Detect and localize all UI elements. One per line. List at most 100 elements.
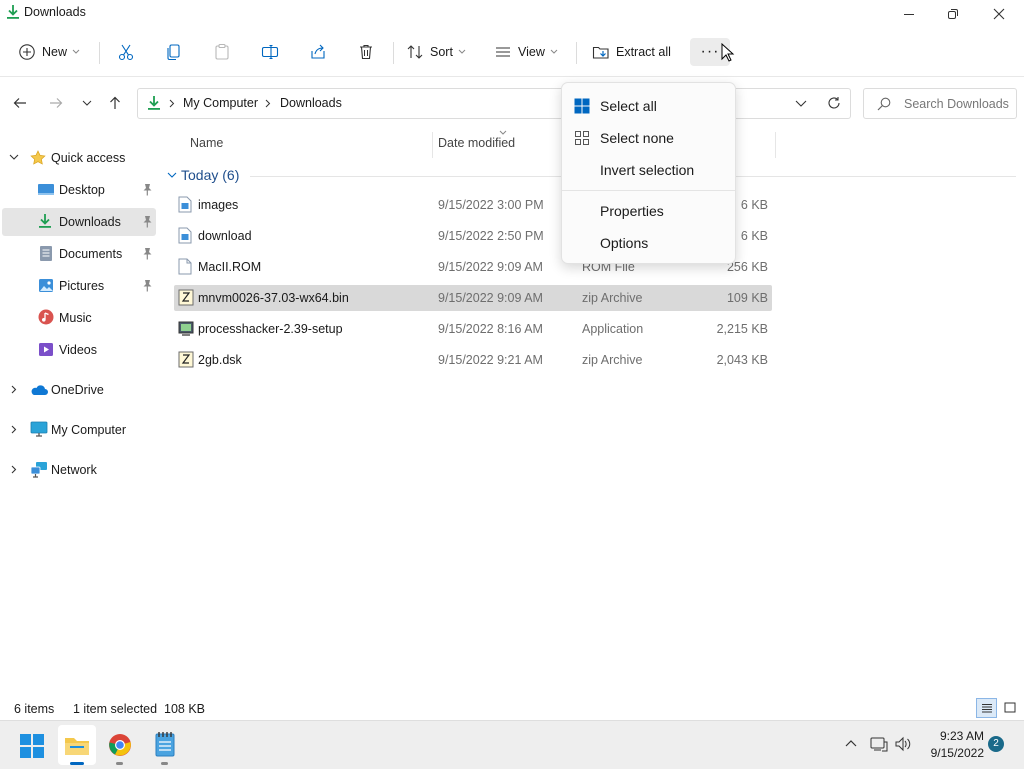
notification-badge[interactable]: 2	[988, 736, 1004, 752]
large-icons-view-button[interactable]	[1000, 698, 1020, 718]
separator	[99, 42, 100, 64]
details-view-icon	[981, 703, 993, 714]
menu-label: Invert selection	[600, 162, 695, 178]
nav-my-computer[interactable]: My Computer	[2, 416, 156, 444]
copy-button[interactable]	[162, 38, 186, 66]
separator	[576, 42, 577, 64]
delete-button[interactable]	[354, 38, 378, 66]
minimize-button[interactable]	[886, 0, 932, 28]
rename-button[interactable]	[258, 38, 282, 66]
menu-item-select-all[interactable]: Select all	[566, 92, 731, 120]
zip-file-icon	[178, 289, 194, 306]
nav-desktop[interactable]: Desktop	[2, 176, 156, 204]
nav-documents[interactable]: Documents	[2, 240, 156, 268]
clock-time[interactable]: 9:23 AM	[926, 729, 984, 743]
nav-onedrive[interactable]: OneDrive	[2, 376, 156, 404]
up-button[interactable]	[104, 92, 126, 114]
clock-date[interactable]: 9/15/2022	[926, 746, 984, 760]
view-list-icon	[494, 43, 512, 61]
address-history-button[interactable]	[795, 99, 807, 109]
volume-icon[interactable]	[894, 736, 912, 752]
tiles-view-icon	[1004, 702, 1016, 714]
pin-icon[interactable]	[141, 183, 153, 197]
nav-label: Quick access	[51, 151, 126, 165]
new-button[interactable]: New	[18, 38, 88, 66]
taskbar-chrome[interactable]	[108, 733, 132, 765]
file-row-selected[interactable]: mnvm0026-37.03-wx64.bin 9/15/2022 9:09 A…	[174, 285, 772, 311]
nav-videos[interactable]: Videos	[2, 336, 156, 364]
breadcrumb-my-computer[interactable]: My Computer	[183, 96, 258, 110]
arrow-up-icon	[108, 96, 122, 110]
menu-item-invert-selection[interactable]: Invert selection	[566, 156, 731, 184]
pin-icon[interactable]	[141, 247, 153, 261]
file-row[interactable]: processhacker-2.39-setup 9/15/2022 8:16 …	[174, 316, 772, 342]
extract-all-button[interactable]: Extract all	[592, 38, 676, 66]
download-icon	[6, 4, 20, 20]
arrow-left-icon	[13, 96, 27, 110]
search-box[interactable]: Search Downloads	[863, 88, 1017, 119]
taskbar-notepad[interactable]	[154, 731, 176, 765]
sort-indicator-icon	[499, 130, 507, 135]
nav-pictures[interactable]: Pictures	[2, 272, 156, 300]
nav-network[interactable]: Network	[2, 456, 156, 484]
nav-quick-access[interactable]: Quick access	[2, 144, 156, 172]
see-more-menu: Select all Select none Invert selection …	[561, 82, 736, 264]
address-bar[interactable]: My Computer Downloads	[137, 88, 851, 119]
menu-item-select-none[interactable]: Select none	[566, 124, 731, 152]
clipboard-icon	[213, 43, 231, 61]
status-bar: 6 items 1 item selected 108 KB	[0, 698, 1024, 720]
recent-locations-button[interactable]	[76, 92, 98, 114]
file-row[interactable]: 2gb.dsk 9/15/2022 9:21 AM zip Archive 2,…	[174, 347, 772, 373]
file-size: 2,215 KB	[716, 322, 768, 336]
menu-label: Select all	[600, 98, 657, 114]
paste-button[interactable]	[210, 38, 234, 66]
cut-button[interactable]	[114, 38, 138, 66]
windows-start-button[interactable]	[20, 734, 44, 758]
file-type: Application	[582, 322, 644, 336]
close-button[interactable]	[976, 0, 1022, 28]
search-icon	[877, 97, 891, 111]
blank-file-icon	[178, 258, 192, 275]
file-size: 109 KB	[726, 291, 768, 305]
download-icon	[147, 95, 161, 111]
column-header-name[interactable]: Name	[190, 136, 223, 150]
download-icon	[38, 213, 52, 229]
restore-button[interactable]	[930, 0, 976, 28]
pin-icon[interactable]	[141, 279, 153, 293]
menu-item-options[interactable]: Options	[566, 229, 731, 257]
scissors-icon	[117, 43, 135, 61]
file-name: mnvm0026-37.03-wx64.bin	[198, 291, 349, 305]
network-status-icon[interactable]	[870, 736, 888, 752]
menu-label: Options	[600, 235, 649, 251]
breadcrumb-downloads[interactable]: Downloads	[280, 96, 342, 110]
menu-item-properties[interactable]: Properties	[566, 197, 731, 225]
refresh-button[interactable]	[827, 96, 841, 110]
cloud-icon	[30, 384, 48, 396]
command-bar: New Sort View Extract all ···	[0, 28, 1024, 77]
sort-button[interactable]: Sort	[406, 38, 472, 66]
column-header-date[interactable]: Date modified	[438, 136, 515, 150]
nav-label: Downloads	[59, 215, 121, 229]
video-icon	[38, 342, 54, 357]
show-hidden-icons-button[interactable]	[845, 739, 857, 747]
file-name: MacII.ROM	[198, 260, 262, 274]
view-button[interactable]: View	[494, 38, 562, 66]
nav-label: OneDrive	[51, 383, 104, 397]
nav-label: Desktop	[59, 183, 105, 197]
nav-label: My Computer	[51, 423, 127, 437]
column-divider[interactable]	[775, 132, 776, 158]
details-view-button[interactable]	[976, 698, 997, 718]
column-divider[interactable]	[432, 132, 433, 158]
nav-downloads[interactable]: Downloads	[2, 208, 156, 236]
status-item-count: 6 items	[14, 702, 55, 716]
share-button[interactable]	[306, 38, 330, 66]
nav-music[interactable]: Music	[2, 304, 156, 332]
back-button[interactable]	[9, 92, 31, 114]
file-date: 9/15/2022 9:09 AM	[438, 260, 543, 274]
pin-icon[interactable]	[141, 215, 153, 229]
taskbar-file-explorer[interactable]	[58, 725, 96, 765]
forward-button[interactable]	[45, 92, 67, 114]
desktop-icon	[37, 182, 55, 198]
taskbar: 9:23 AM 9/15/2022 2	[0, 720, 1024, 769]
menu-label: Select none	[600, 130, 674, 146]
